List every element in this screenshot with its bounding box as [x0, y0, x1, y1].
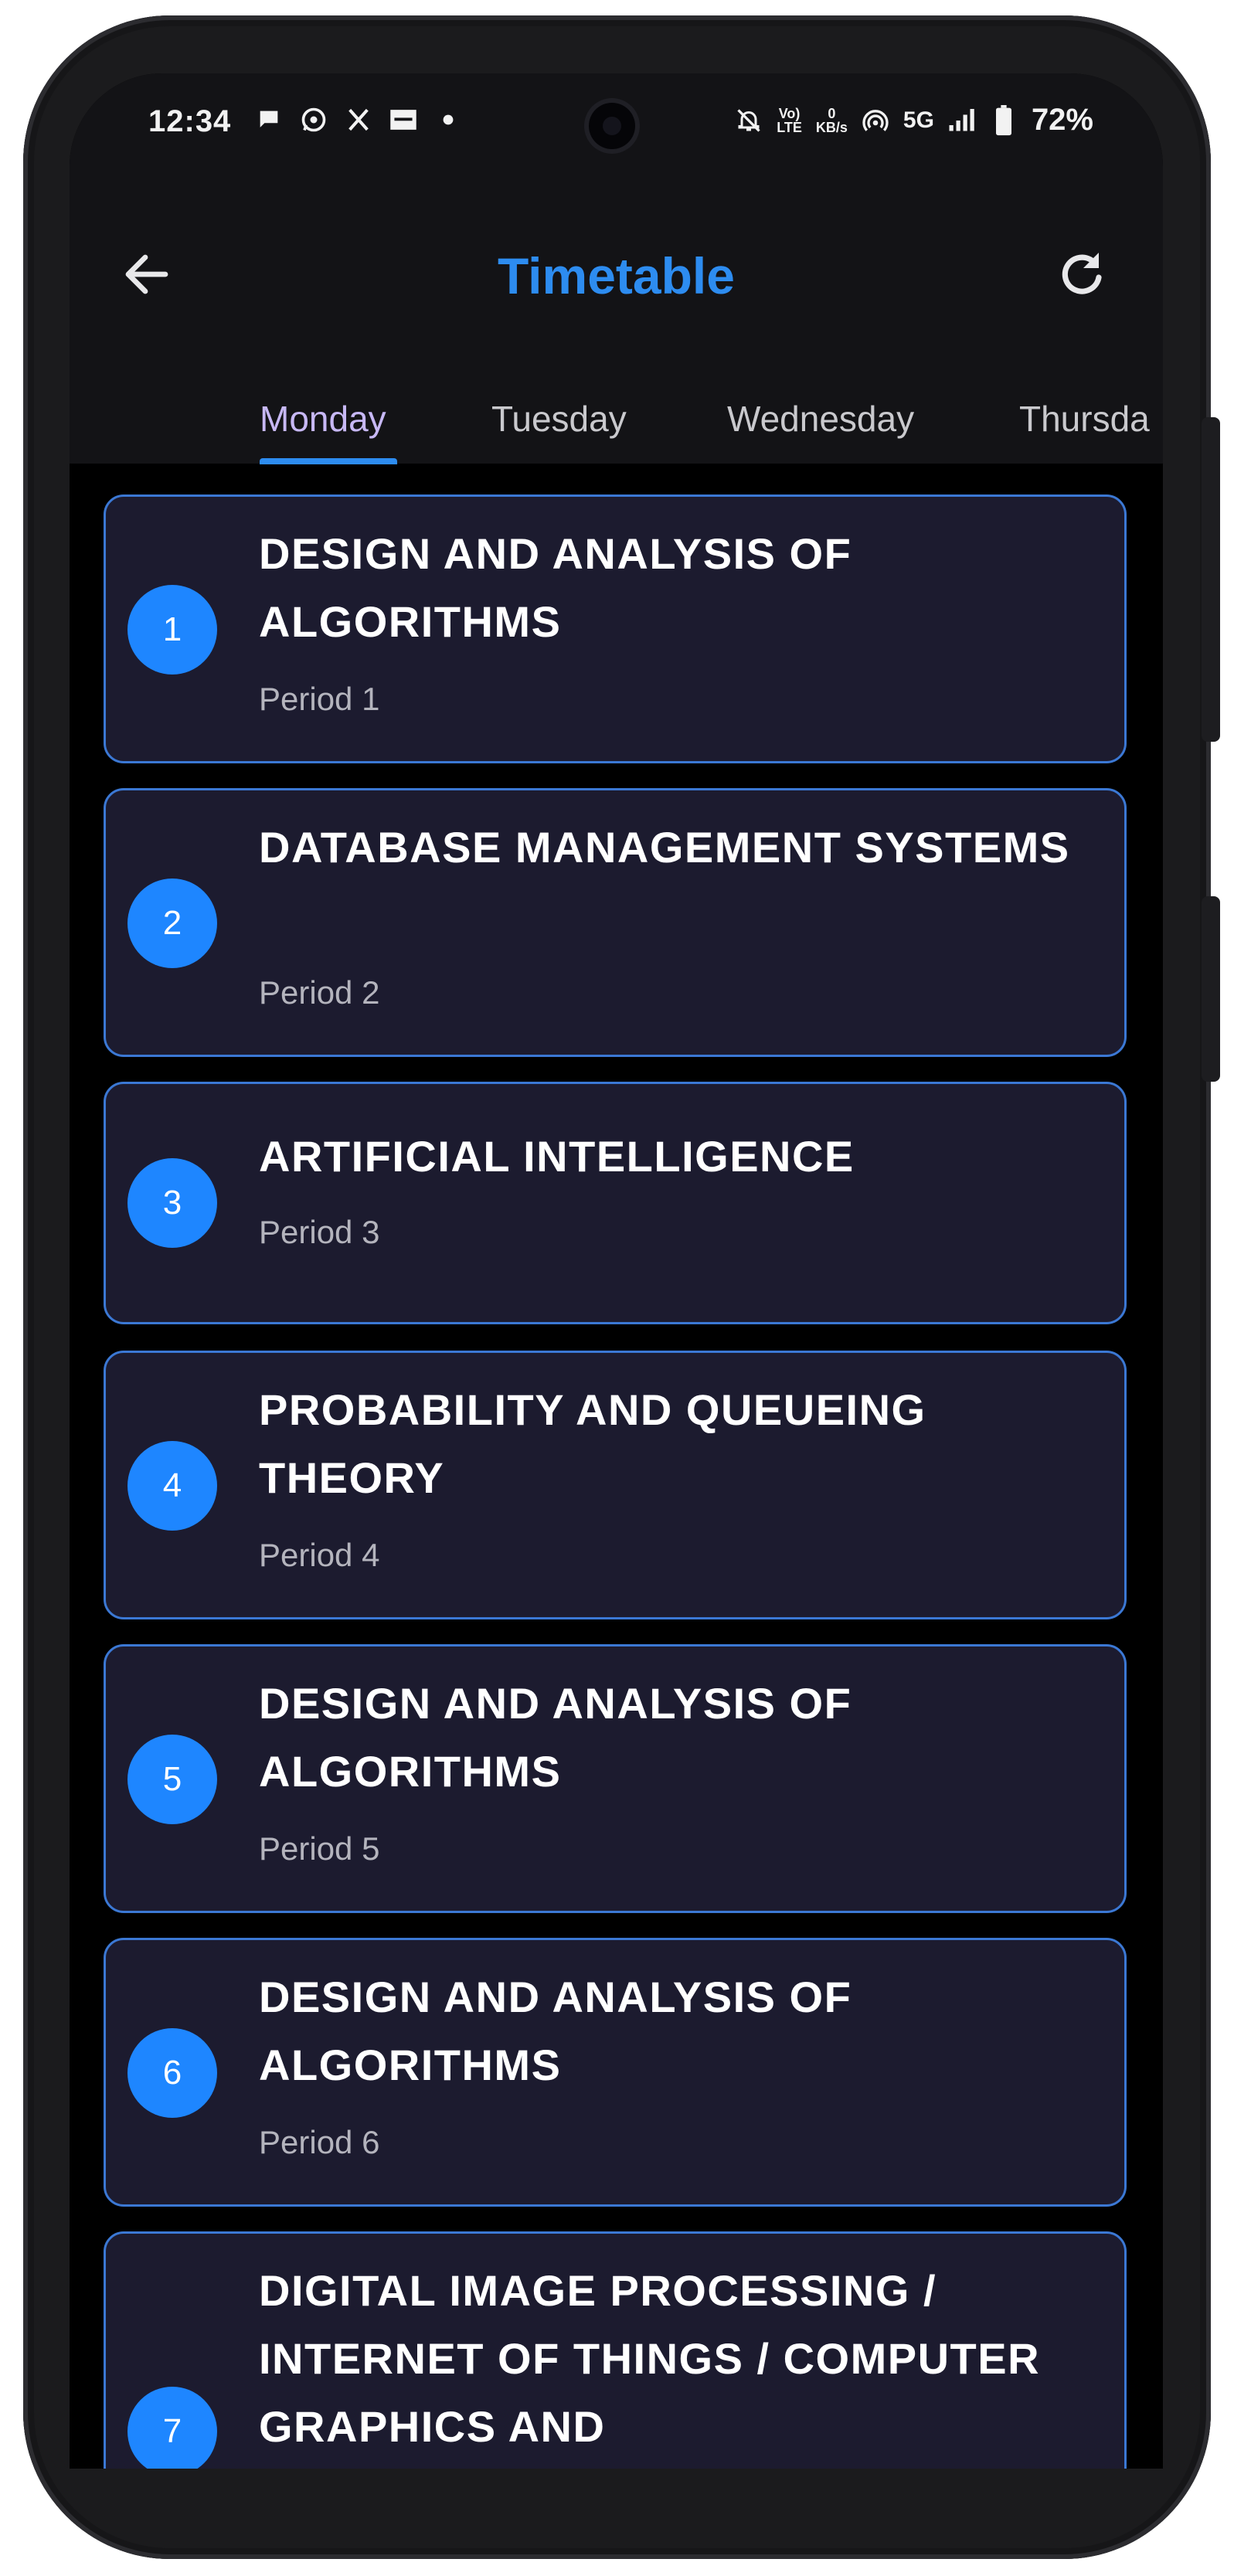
- subject-title: DESIGN AND ANALYSIS OF ALGORITHMS: [259, 1973, 852, 2089]
- whatsapp-icon: [300, 106, 328, 134]
- chat-bubble-icon: [255, 106, 283, 134]
- subject-title: PROBABILITY AND QUEUEING THEORY: [259, 1385, 926, 1502]
- signal-icon: [948, 107, 976, 134]
- period-card[interactable]: 7 DIGITAL IMAGE PROCESSING / INTERNET OF…: [104, 2231, 1127, 2469]
- power-button: [1202, 896, 1220, 1082]
- subject-title: DESIGN AND ANALYSIS OF ALGORITHMS: [259, 1679, 852, 1796]
- hotspot-icon: [862, 107, 889, 134]
- day-tabs: Monday Tuesday Wednesday Thursda: [70, 398, 1163, 464]
- header-area: 12:34 Vo) LTE 0 KB/s 5G 72% Timetable Mo…: [70, 73, 1163, 464]
- period-number-badge: 2: [127, 878, 217, 968]
- x-icon: [345, 106, 372, 134]
- period-label: Period 2: [259, 974, 380, 1011]
- period-card[interactable]: 3 ARTIFICIAL INTELLIGENCE Period 3: [104, 1082, 1127, 1324]
- refresh-icon: [1062, 253, 1102, 294]
- period-number-badge: 6: [127, 2028, 217, 2118]
- 5g-icon: 5G: [903, 107, 934, 133]
- period-card[interactable]: 1 DESIGN AND ANALYSIS OF ALGORITHMS Peri…: [104, 494, 1127, 763]
- active-tab-indicator: [260, 458, 397, 464]
- app-bar: Timetable: [70, 228, 1163, 321]
- period-number-badge: 7: [127, 2387, 217, 2469]
- period-card[interactable]: 6 DESIGN AND ANALYSIS OF ALGORITHMS Peri…: [104, 1938, 1127, 2207]
- page-title: Timetable: [498, 247, 735, 304]
- notification-icons: [255, 106, 462, 134]
- period-number-badge: 4: [127, 1441, 217, 1531]
- status-bar: 12:34 Vo) LTE 0 KB/s 5G 72%: [70, 73, 1163, 174]
- tab-thursday[interactable]: Thursda: [1019, 398, 1150, 440]
- volume-button: [1202, 417, 1220, 742]
- tab-monday[interactable]: Monday: [260, 398, 386, 440]
- period-label: Period 1: [259, 681, 380, 717]
- subject-title: DIGITAL IMAGE PROCESSING / INTERNET OF T…: [259, 2266, 1041, 2451]
- period-card[interactable]: 5 DESIGN AND ANALYSIS OF ALGORITHMS Peri…: [104, 1644, 1127, 1913]
- status-time: 12:34: [148, 104, 232, 138]
- volte-bottom: LTE: [777, 119, 802, 135]
- battery-icon: [990, 104, 1018, 135]
- tab-tuesday[interactable]: Tuesday: [491, 398, 627, 440]
- period-card[interactable]: 2 DATABASE MANAGEMENT SYSTEMS Period 2: [104, 788, 1127, 1057]
- battery-percentage: 72%: [1031, 103, 1093, 137]
- period-number-badge: 1: [127, 585, 217, 675]
- news-icon: [389, 106, 417, 134]
- network-speed-icon: 0 KB/s: [816, 107, 848, 134]
- subject-title: DESIGN AND ANALYSIS OF ALGORITHMS: [259, 529, 852, 646]
- volte-icon: Vo) LTE: [777, 107, 802, 134]
- period-number-badge: 3: [127, 1158, 217, 1248]
- tab-wednesday[interactable]: Wednesday: [727, 398, 914, 440]
- system-icons: Vo) LTE 0 KB/s 5G 72%: [735, 103, 1093, 138]
- subject-title: DATABASE MANAGEMENT SYSTEMS: [259, 823, 1070, 872]
- period-card[interactable]: 4 PROBABILITY AND QUEUEING THEORY Period…: [104, 1351, 1127, 1619]
- period-label: Period 6: [259, 2124, 380, 2160]
- subject-title: ARTIFICIAL INTELLIGENCE: [259, 1132, 855, 1181]
- volte-top: Vo): [778, 105, 801, 121]
- refresh-button[interactable]: [1051, 243, 1113, 305]
- speed-unit: KB/s: [815, 119, 848, 135]
- bell-off-icon: [735, 107, 763, 134]
- front-camera: [589, 103, 635, 149]
- period-label: Period 3: [259, 1214, 380, 1250]
- speed-value: 0: [828, 105, 836, 121]
- period-label: Period 4: [259, 1537, 380, 1573]
- period-number-badge: 5: [127, 1735, 217, 1824]
- phone-screen: 12:34 Vo) LTE 0 KB/s 5G 72% Timetable Mo…: [70, 73, 1163, 2469]
- dot-icon: [434, 106, 462, 134]
- period-label: Period 5: [259, 1830, 380, 1867]
